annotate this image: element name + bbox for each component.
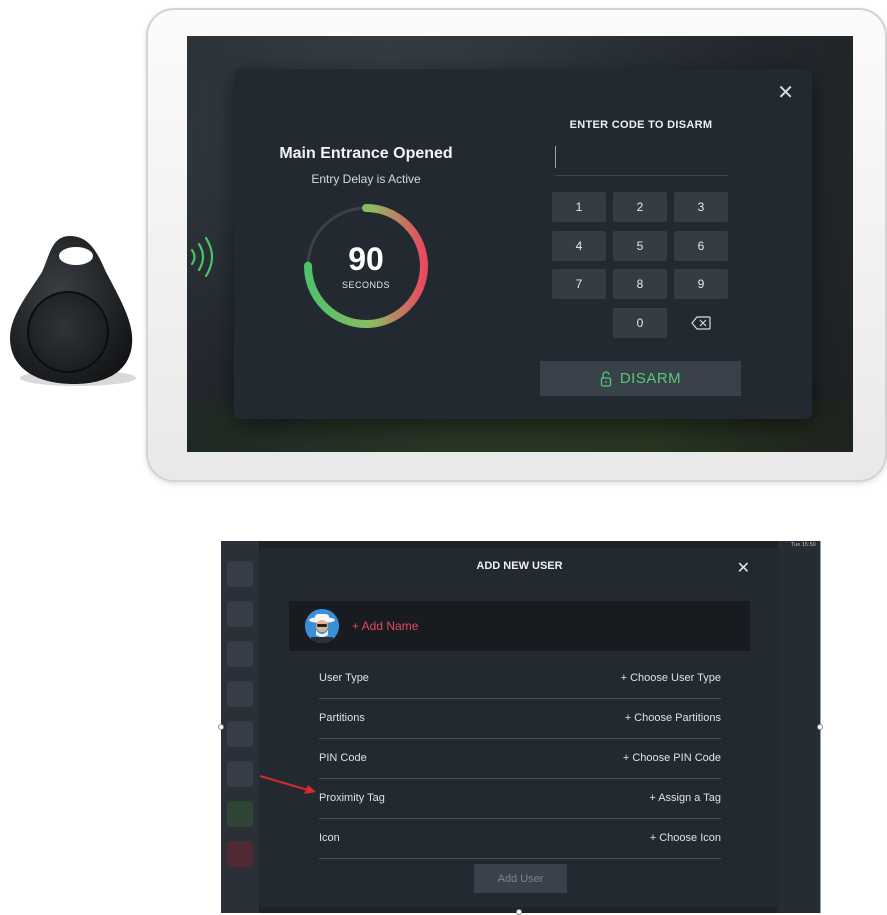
add-name-link[interactable]: + Add Name bbox=[352, 619, 418, 633]
background-sidebar bbox=[221, 541, 259, 913]
add-user-button[interactable]: Add User bbox=[474, 864, 567, 893]
backspace-button[interactable] bbox=[674, 308, 728, 338]
stage: ✕ Main Entrance Opened Entry Delay is Ac… bbox=[0, 0, 887, 915]
status-time: Tue 15:50 bbox=[790, 542, 816, 548]
field-icon[interactable]: Icon + Choose Icon bbox=[319, 819, 721, 859]
resize-handle bbox=[817, 724, 823, 730]
avatar bbox=[305, 609, 339, 643]
text-caret bbox=[555, 146, 556, 168]
disarm-button[interactable]: DISARM bbox=[540, 361, 741, 396]
unlock-icon bbox=[600, 370, 611, 387]
field-value[interactable]: + Choose Icon bbox=[650, 832, 721, 844]
field-value[interactable]: + Assign a Tag bbox=[649, 792, 721, 804]
field-pin-code[interactable]: PIN Code + Choose PIN Code bbox=[319, 739, 721, 779]
field-label: Icon bbox=[319, 832, 340, 844]
alert-title: Main Entrance Opened bbox=[279, 145, 453, 162]
proximity-key-fob bbox=[10, 236, 136, 386]
backspace-icon bbox=[691, 316, 711, 330]
field-label: PIN Code bbox=[319, 752, 367, 764]
field-label: Partitions bbox=[319, 712, 365, 724]
countdown-value: 90 bbox=[348, 241, 384, 277]
close-icon[interactable]: ✕ bbox=[777, 83, 794, 103]
background-right-panel bbox=[778, 541, 820, 913]
countdown-unit: SECONDS bbox=[341, 280, 390, 290]
modal-title: ADD NEW USER bbox=[476, 560, 563, 572]
add-user-modal: ADD NEW USER ✕ + Add Name User Type + Ch… bbox=[259, 548, 780, 907]
keypad-key-5[interactable]: 5 bbox=[613, 231, 667, 261]
disarm-label: DISARM bbox=[619, 370, 682, 387]
field-partitions[interactable]: Partitions + Choose Partitions bbox=[319, 699, 721, 739]
keypad-key-9[interactable]: 9 bbox=[674, 269, 728, 299]
code-prompt: ENTER CODE TO DISARM bbox=[569, 119, 713, 131]
field-value[interactable]: + Choose Partitions bbox=[625, 712, 721, 724]
field-value[interactable]: + Choose User Type bbox=[621, 672, 721, 684]
rfid-waves-icon bbox=[190, 236, 214, 278]
code-input[interactable] bbox=[555, 142, 728, 176]
disarm-modal: ✕ Main Entrance Opened Entry Delay is Ac… bbox=[234, 69, 812, 419]
field-label: Proximity Tag bbox=[319, 792, 385, 804]
keypad-key-1[interactable]: 1 bbox=[552, 192, 606, 222]
field-proximity-tag[interactable]: Proximity Tag + Assign a Tag bbox=[319, 779, 721, 819]
user-avatar-icon bbox=[305, 609, 339, 643]
red-arrow-annotation bbox=[259, 775, 316, 794]
add-name-row[interactable]: + Add Name bbox=[289, 601, 750, 651]
resize-handle bbox=[218, 724, 224, 730]
keypad-key-0[interactable]: 0 bbox=[613, 308, 667, 338]
keypad-key-2[interactable]: 2 bbox=[613, 192, 667, 222]
alert-subtitle: Entry Delay is Active bbox=[311, 172, 421, 186]
close-icon[interactable]: ✕ bbox=[737, 558, 750, 578]
keypad-key-6[interactable]: 6 bbox=[674, 231, 728, 261]
keypad-key-7[interactable]: 7 bbox=[552, 269, 606, 299]
keypad-key-8[interactable]: 8 bbox=[613, 269, 667, 299]
field-user-type[interactable]: User Type + Choose User Type bbox=[319, 659, 721, 699]
keypad-key-4[interactable]: 4 bbox=[552, 231, 606, 261]
keypad-key-3[interactable]: 3 bbox=[674, 192, 728, 222]
resize-handle bbox=[516, 909, 522, 915]
field-value[interactable]: + Choose PIN Code bbox=[623, 752, 721, 764]
add-user-screenshot: Tue 15:50 ADD NEW USER ✕ + Add Name User… bbox=[221, 541, 821, 913]
field-label: User Type bbox=[319, 672, 369, 684]
